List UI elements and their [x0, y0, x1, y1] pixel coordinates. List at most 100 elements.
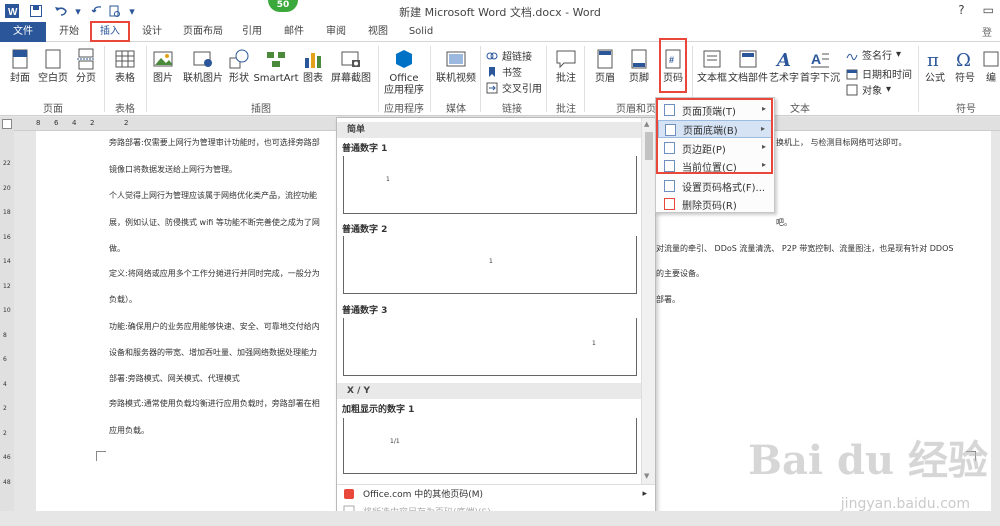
- textbox-button[interactable]: 文本框: [696, 44, 728, 85]
- submenu-arrow-icon: ▸: [761, 160, 766, 169]
- tab-view[interactable]: 视图: [362, 22, 394, 42]
- sign-in-link[interactable]: 登: [982, 24, 992, 39]
- wordart-button[interactable]: A 艺术字: [769, 44, 799, 85]
- menu-item-bottom-of-page[interactable]: 页面底端(B) ▸: [658, 120, 772, 138]
- group-text-label: 文本: [790, 104, 810, 115]
- doc-line: 对流量的牵引、 DDoS 流量清洗、 P2P 带宽控制、流量图注，也是现有针对 …: [656, 244, 954, 253]
- page-break-button[interactable]: 分页: [72, 44, 100, 85]
- scroll-down-icon[interactable]: ▼: [644, 472, 649, 480]
- current-position-icon: [664, 160, 675, 172]
- comment-button[interactable]: 批注: [552, 44, 580, 85]
- smartart-button[interactable]: SmartArt: [253, 44, 299, 85]
- signature-icon: [846, 53, 858, 60]
- gallery-section-simple: 简单: [337, 122, 655, 138]
- tab-solid[interactable]: Solid: [404, 22, 438, 42]
- office-apps-button[interactable]: Office 应用程序: [384, 44, 424, 97]
- hyperlink-icon: [486, 52, 498, 59]
- chevron-down-icon: ▾: [896, 49, 902, 60]
- signature-line-button[interactable]: 签名行 ▾: [846, 47, 901, 62]
- gallery-item-plain-number-1[interactable]: 1: [343, 156, 637, 214]
- tab-mailings[interactable]: 邮件: [278, 22, 310, 42]
- cross-reference-icon: [486, 82, 498, 93]
- picture-button[interactable]: 图片: [150, 44, 176, 85]
- svg-text:#: #: [669, 55, 674, 65]
- window-controls: ? ▭: [958, 3, 994, 17]
- shapes-icon: [229, 49, 249, 69]
- doc-line: 个人觉得上网行为管理应该属于网络优化类产品，流控功能: [109, 191, 317, 200]
- restore-ribbon-button[interactable]: ▭: [983, 3, 994, 17]
- submenu-arrow-icon: ▸: [761, 104, 766, 113]
- gallery-item-bold-number-1[interactable]: 1/1: [343, 418, 637, 474]
- doc-line: 展，例如认证、防侵携式 wifi 等功能不断完善使之成为了网: [109, 218, 320, 227]
- menu-item-remove-page-numbers[interactable]: 删除页码(R): [658, 195, 772, 213]
- object-icon: [846, 84, 858, 95]
- group-comments-label: 批注: [556, 104, 576, 115]
- edit-button[interactable]: 编: [982, 44, 1000, 85]
- header-icon: [597, 49, 613, 69]
- cover-page-button[interactable]: 封面: [6, 44, 34, 85]
- bookmark-button[interactable]: 书签: [486, 64, 522, 79]
- ruler-tick: 14: [3, 258, 11, 265]
- header-button[interactable]: 页眉: [590, 44, 620, 85]
- title-bar: W ▾ ▾ 50 新建 Microsoft Word 文档.docx - Wor…: [0, 0, 1000, 22]
- tab-design[interactable]: 设计: [136, 22, 168, 42]
- chevron-down-icon: ▾: [886, 84, 892, 95]
- ribbon-separator: [546, 46, 547, 112]
- group-illustrations-label: 插图: [251, 104, 271, 115]
- svg-text:π: π: [927, 50, 939, 70]
- group-symbols-label: 符号: [956, 104, 976, 115]
- chart-button[interactable]: 图表: [300, 44, 326, 85]
- tab-selector[interactable]: [2, 119, 12, 129]
- group-tables-label: 表格: [115, 104, 135, 115]
- page-number-button[interactable]: # 页码: [660, 44, 686, 85]
- menu-item-format-page-numbers[interactable]: 设置页码格式(F)...: [658, 177, 772, 195]
- screenshot-button[interactable]: 屏幕截图: [328, 44, 374, 85]
- menu-item-current-position[interactable]: 当前位置(C) ▸: [658, 157, 772, 175]
- more-page-numbers-office-com[interactable]: Office.com 中的其他页码(M) ▸: [337, 484, 655, 502]
- ribbon-separator: [378, 46, 379, 112]
- footer-button[interactable]: 页脚: [624, 44, 654, 85]
- online-picture-button[interactable]: 联机图片: [180, 44, 226, 85]
- page-number-icon: #: [665, 49, 681, 69]
- preview-page-number: 1: [489, 258, 493, 265]
- scroll-up-icon[interactable]: ▲: [644, 120, 649, 128]
- doc-line: 功能:确保用户的业务应用能够快速、安全、可靠地交付给内: [109, 322, 320, 331]
- quick-parts-button[interactable]: 文档部件: [728, 44, 768, 85]
- ruler-tick: 2: [90, 119, 95, 127]
- page-margins-icon: [664, 142, 675, 154]
- remove-page-numbers-icon: [664, 198, 675, 210]
- blank-page-button[interactable]: 空白页: [38, 44, 68, 85]
- ribbon-separator: [146, 46, 147, 112]
- tab-file[interactable]: 文件: [0, 22, 46, 42]
- ruler-tick: 4: [72, 119, 77, 127]
- tab-references[interactable]: 引用: [236, 22, 268, 42]
- tab-review[interactable]: 审阅: [320, 22, 352, 42]
- scrollbar-thumb[interactable]: [645, 132, 653, 160]
- doc-line: 的主要设备。: [656, 269, 704, 278]
- table-button[interactable]: 表格: [110, 44, 140, 85]
- online-video-button[interactable]: 联机视频: [434, 44, 478, 85]
- tab-home[interactable]: 开始: [52, 22, 86, 42]
- help-button[interactable]: ?: [958, 3, 964, 17]
- group-links-label: 链接: [502, 104, 522, 115]
- shapes-button[interactable]: 形状: [226, 44, 252, 85]
- tab-page-layout[interactable]: 页面布局: [178, 22, 228, 42]
- cross-reference-button[interactable]: 交叉引用: [486, 80, 542, 95]
- symbol-button[interactable]: Ω 符号: [952, 44, 978, 85]
- tab-insert[interactable]: 插入: [90, 21, 130, 42]
- hyperlink-button[interactable]: 超链接: [486, 48, 532, 63]
- chart-icon: [305, 53, 321, 68]
- gallery-item-plain-number-2[interactable]: 1: [343, 236, 637, 294]
- menu-item-page-margins[interactable]: 页边距(P) ▸: [658, 139, 772, 157]
- menu-item-top-of-page[interactable]: 页面顶端(T) ▸: [658, 101, 772, 119]
- object-button[interactable]: 对象 ▾: [846, 82, 891, 97]
- gallery-item-plain-number-3[interactable]: 1: [343, 318, 637, 376]
- gallery-scrollbar[interactable]: ▲ ▼: [641, 118, 655, 484]
- equation-button[interactable]: π 公式: [922, 44, 948, 85]
- dropcap-button[interactable]: A 首字下沉: [800, 44, 840, 85]
- date-time-button[interactable]: 日期和时间: [846, 66, 912, 81]
- doc-line: 镜像口将数据发送给上网行为管理。: [109, 165, 237, 174]
- office-store-icon: [396, 50, 412, 68]
- page-number-gallery: 简单 普通数字 1 1 普通数字 2 1 普通数字 3 1 X / Y 加粗显示…: [336, 117, 656, 526]
- ruler-tick: 46: [3, 454, 11, 461]
